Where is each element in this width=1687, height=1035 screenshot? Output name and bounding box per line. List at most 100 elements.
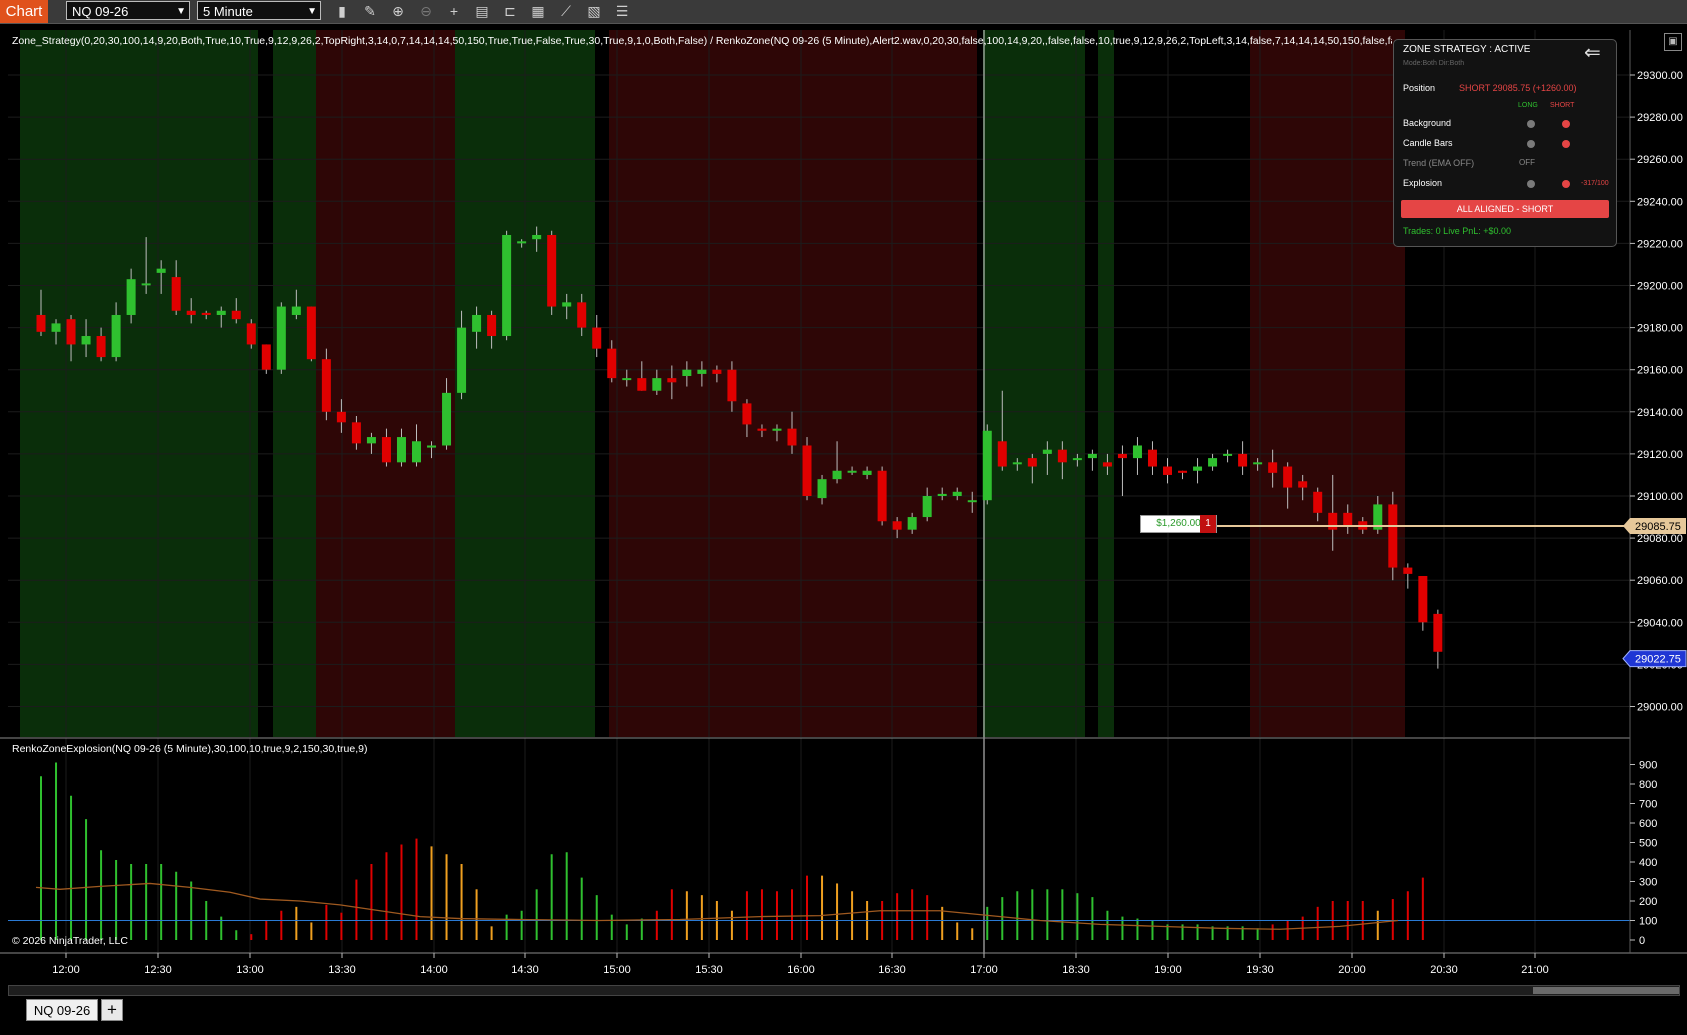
candle-body — [291, 306, 301, 315]
tab-nq-09-26[interactable]: NQ 09-26 — [26, 999, 98, 1021]
candle-body — [66, 319, 76, 345]
candle-body — [111, 314, 121, 358]
candle-body — [1012, 462, 1022, 465]
candle-body — [682, 369, 692, 377]
time-tick-label: 13:00 — [236, 964, 264, 976]
bar-spacing-icon[interactable]: ⊏ — [500, 2, 520, 21]
explosion-tick-label: 700 — [1639, 799, 1657, 811]
price-tick-label: 29000.00 — [1637, 702, 1683, 714]
background-long-dot — [1527, 120, 1535, 128]
candle-body — [1253, 462, 1263, 465]
candle-body — [457, 327, 467, 393]
candle-body — [1102, 462, 1112, 467]
candle-body — [171, 277, 181, 311]
explosion-tick-label: 500 — [1639, 838, 1657, 850]
properties-icon[interactable]: ▧ — [584, 2, 604, 21]
candle-body — [156, 268, 166, 273]
candle-body — [1163, 466, 1172, 475]
price-tick-label: 29100.00 — [1637, 491, 1683, 503]
position-quantity-badge[interactable]: 1 — [1200, 515, 1216, 533]
zoom-in-icon[interactable]: ⊕ — [388, 2, 408, 21]
price-tick-label: 29240.00 — [1637, 196, 1683, 208]
candle-body — [592, 327, 602, 349]
candle-body — [772, 428, 782, 431]
candle-body — [1313, 491, 1323, 513]
indicators-icon[interactable]: ▦ — [528, 2, 548, 21]
candle-body — [427, 445, 437, 448]
candle-body — [802, 445, 812, 496]
explosion-tick-label: 200 — [1639, 896, 1657, 908]
menu-list-icon[interactable]: ☰ — [612, 2, 632, 21]
candle-body — [637, 378, 647, 391]
candle-body — [787, 428, 797, 446]
candle-body — [862, 470, 872, 475]
candle-body — [1433, 613, 1443, 652]
candle-body — [937, 493, 947, 496]
chart-menu-button[interactable]: Chart — [0, 0, 48, 23]
trend-off-label: OFF — [1519, 158, 1535, 167]
time-tick-label: 12:00 — [52, 964, 80, 976]
candle-body — [517, 241, 527, 244]
candle-body — [487, 314, 497, 337]
time-tick-label: 15:00 — [603, 964, 631, 976]
candle-body — [1283, 466, 1293, 488]
candle-body — [712, 369, 722, 374]
trades-pnl-label: Trades: 0 Live PnL: +$0.00 — [1403, 226, 1511, 236]
zoom-out-icon[interactable]: ⊖ — [416, 2, 436, 21]
candle-body — [412, 441, 421, 463]
explosion-tick-label: 0 — [1639, 935, 1645, 947]
scrollbar-thumb[interactable] — [1533, 987, 1679, 994]
position-price-label: 29085.75 — [1635, 521, 1681, 533]
panel-toggle-icon[interactable]: ▣ — [1664, 33, 1682, 51]
back-arrow-icon[interactable]: ⇐ — [1584, 40, 1601, 65]
candle-body — [81, 336, 91, 345]
add-tab-button[interactable]: + — [101, 999, 123, 1021]
strategies-icon[interactable]: ⟋ — [556, 2, 576, 21]
price-tick-label: 29140.00 — [1637, 407, 1683, 419]
candle-body — [336, 411, 346, 423]
instrument-selector[interactable]: NQ 09-26 ▼ — [66, 1, 190, 20]
price-tick-label: 29120.00 — [1637, 449, 1683, 461]
time-tick-label: 21:00 — [1521, 964, 1549, 976]
price-tick-label: 29220.00 — [1637, 238, 1683, 250]
candle-body — [246, 323, 256, 345]
bars-type-icon[interactable]: ▮ — [332, 2, 352, 21]
crosshair-icon[interactable]: + — [444, 2, 464, 21]
candle-body — [952, 491, 962, 496]
candle-body — [502, 234, 512, 337]
candle-body — [1193, 466, 1203, 471]
candle-body — [1298, 481, 1308, 488]
candle-body — [1388, 504, 1398, 568]
interval-selector[interactable]: 5 Minute ▼ — [197, 1, 321, 20]
last-price-label: 29022.75 — [1635, 654, 1681, 666]
candle-body — [847, 470, 857, 473]
candle-body — [652, 378, 662, 391]
short-zone-band — [1250, 30, 1405, 737]
candle-body — [96, 336, 106, 358]
draw-pencil-icon[interactable]: ✎ — [360, 2, 380, 21]
position-label: Position — [1403, 83, 1436, 93]
row-explosion-label: Explosion — [1403, 178, 1443, 188]
data-box-icon[interactable]: ▤ — [472, 2, 492, 21]
long-zone-band — [273, 30, 316, 737]
position-value: SHORT 29085.75 (+1260.00) — [1459, 83, 1577, 93]
explosion-tick-label: 900 — [1639, 760, 1657, 772]
candle-bars-long-dot — [1527, 140, 1535, 148]
horizontal-scrollbar[interactable] — [8, 985, 1680, 996]
chart-toolbar: Chart NQ 09-26 ▼ 5 Minute ▼ ▮ ✎ ⊕ ⊖ + ▤ … — [0, 0, 1687, 24]
candle-body — [997, 441, 1007, 467]
time-tick-label: 16:00 — [787, 964, 815, 976]
zone-strategy-status-panel: ZONE STRATEGY : ACTIVE ⇐ Mode:Both Dir:B… — [1393, 39, 1617, 247]
col-long-header: LONG — [1518, 102, 1538, 109]
candle-body — [742, 403, 752, 425]
candle-body — [306, 306, 316, 360]
candle-body — [1403, 567, 1413, 574]
candle-body — [1208, 458, 1218, 467]
candle-body — [1238, 453, 1248, 467]
row-trend-label: Trend (EMA OFF) — [1403, 158, 1475, 168]
long-zone-band — [20, 30, 258, 737]
candle-body — [276, 306, 286, 370]
candle-body — [1147, 449, 1157, 467]
candle-body — [201, 312, 211, 315]
candle-body — [562, 302, 572, 307]
